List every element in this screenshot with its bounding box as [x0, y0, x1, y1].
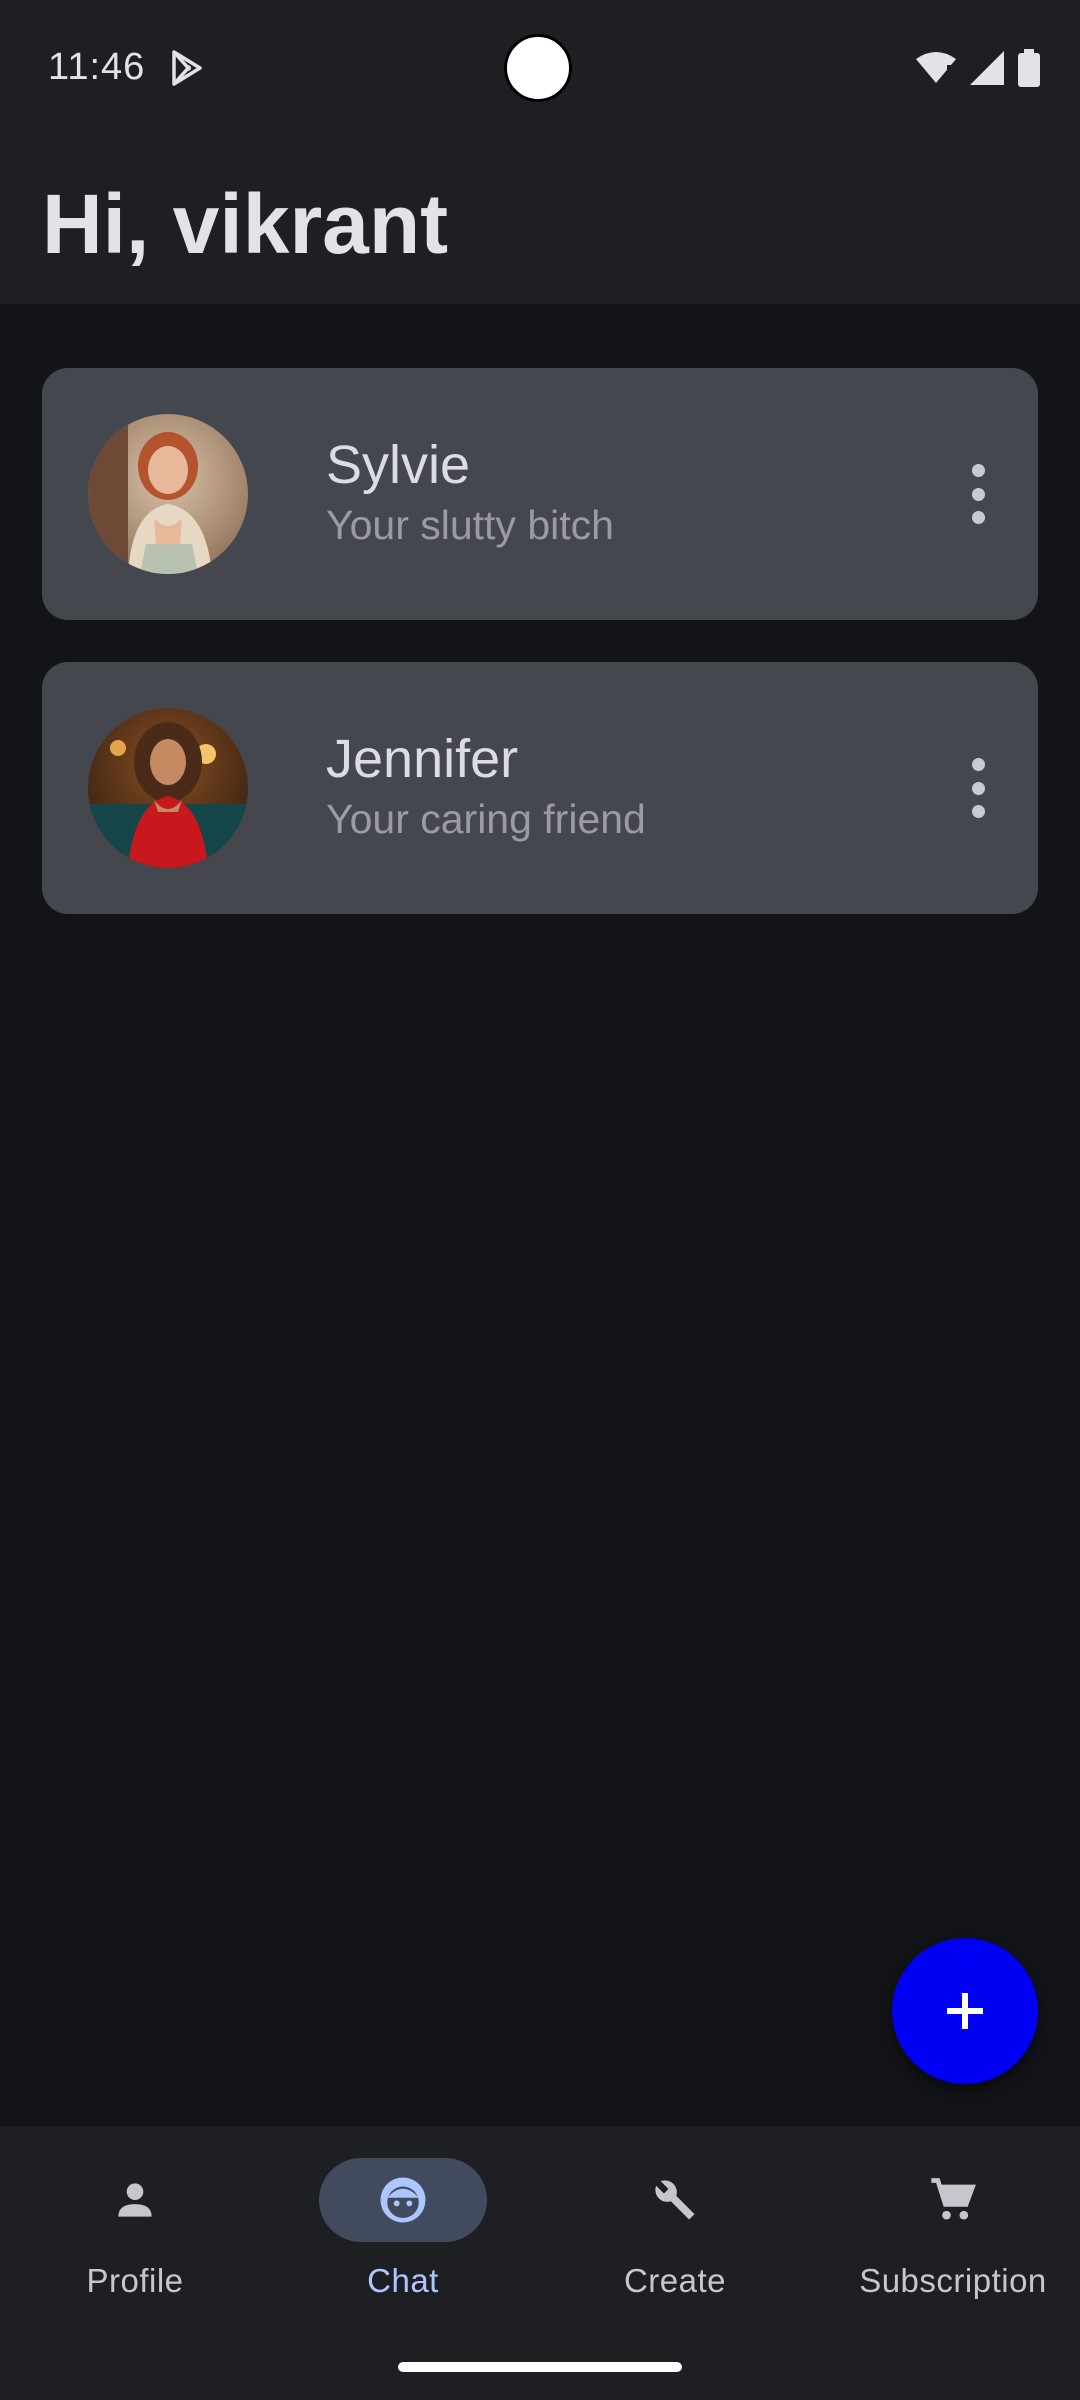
- character-description: Your caring friend: [326, 796, 646, 842]
- character-card-sylvie[interactable]: Sylvie Your slutty bitch: [42, 368, 1038, 620]
- more-vert-icon: [971, 464, 985, 477]
- camera-cutout: [504, 34, 572, 102]
- character-name: Sylvie: [326, 435, 471, 495]
- more-options-button[interactable]: [968, 758, 988, 818]
- nav-item-subscription[interactable]: Subscription: [818, 2158, 1080, 2308]
- character-list: Sylvie Your slutty bitch Jennifer Your c…: [42, 368, 1038, 956]
- character-name: Jennifer: [326, 729, 519, 789]
- wrench-icon: [655, 2180, 695, 2220]
- avatar: [88, 708, 248, 868]
- home-indicator[interactable]: [398, 2362, 682, 2372]
- character-card-jennifer[interactable]: Jennifer Your caring friend: [42, 662, 1038, 914]
- nav-label: Profile: [86, 2262, 184, 2299]
- avatar: [88, 414, 248, 574]
- status-icons: [916, 48, 1040, 88]
- character-description: Your slutty bitch: [326, 502, 614, 548]
- nav-item-create[interactable]: Create: [540, 2158, 810, 2308]
- status-bar: 11:46: [0, 0, 1080, 140]
- play-store-icon: [172, 50, 202, 86]
- battery-icon: [1018, 49, 1040, 87]
- signal-icon: [970, 51, 1004, 85]
- app-header: Hi, vikrant: [0, 140, 1080, 304]
- person-icon: [118, 2183, 152, 2217]
- status-time: 11:46: [48, 46, 146, 88]
- more-options-button[interactable]: [968, 464, 988, 524]
- face-icon: [380, 2177, 426, 2223]
- wifi-icon: [916, 52, 956, 83]
- nav-label: Chat: [367, 2262, 439, 2299]
- nav-item-chat[interactable]: Chat: [268, 2158, 538, 2308]
- more-vert-icon: [971, 758, 985, 771]
- nav-label: Create: [623, 2262, 727, 2299]
- cart-icon: [931, 2178, 976, 2220]
- nav-label: Subscription: [859, 2262, 1047, 2299]
- bottom-navigation: Profile Chat Create Subscription: [0, 2126, 1080, 2400]
- add-character-button[interactable]: [892, 1938, 1038, 2084]
- plus-icon: [947, 1993, 983, 2029]
- nav-item-profile[interactable]: Profile: [0, 2158, 270, 2308]
- greeting-title: Hi, vikrant: [42, 177, 449, 271]
- active-indicator: [319, 2158, 487, 2242]
